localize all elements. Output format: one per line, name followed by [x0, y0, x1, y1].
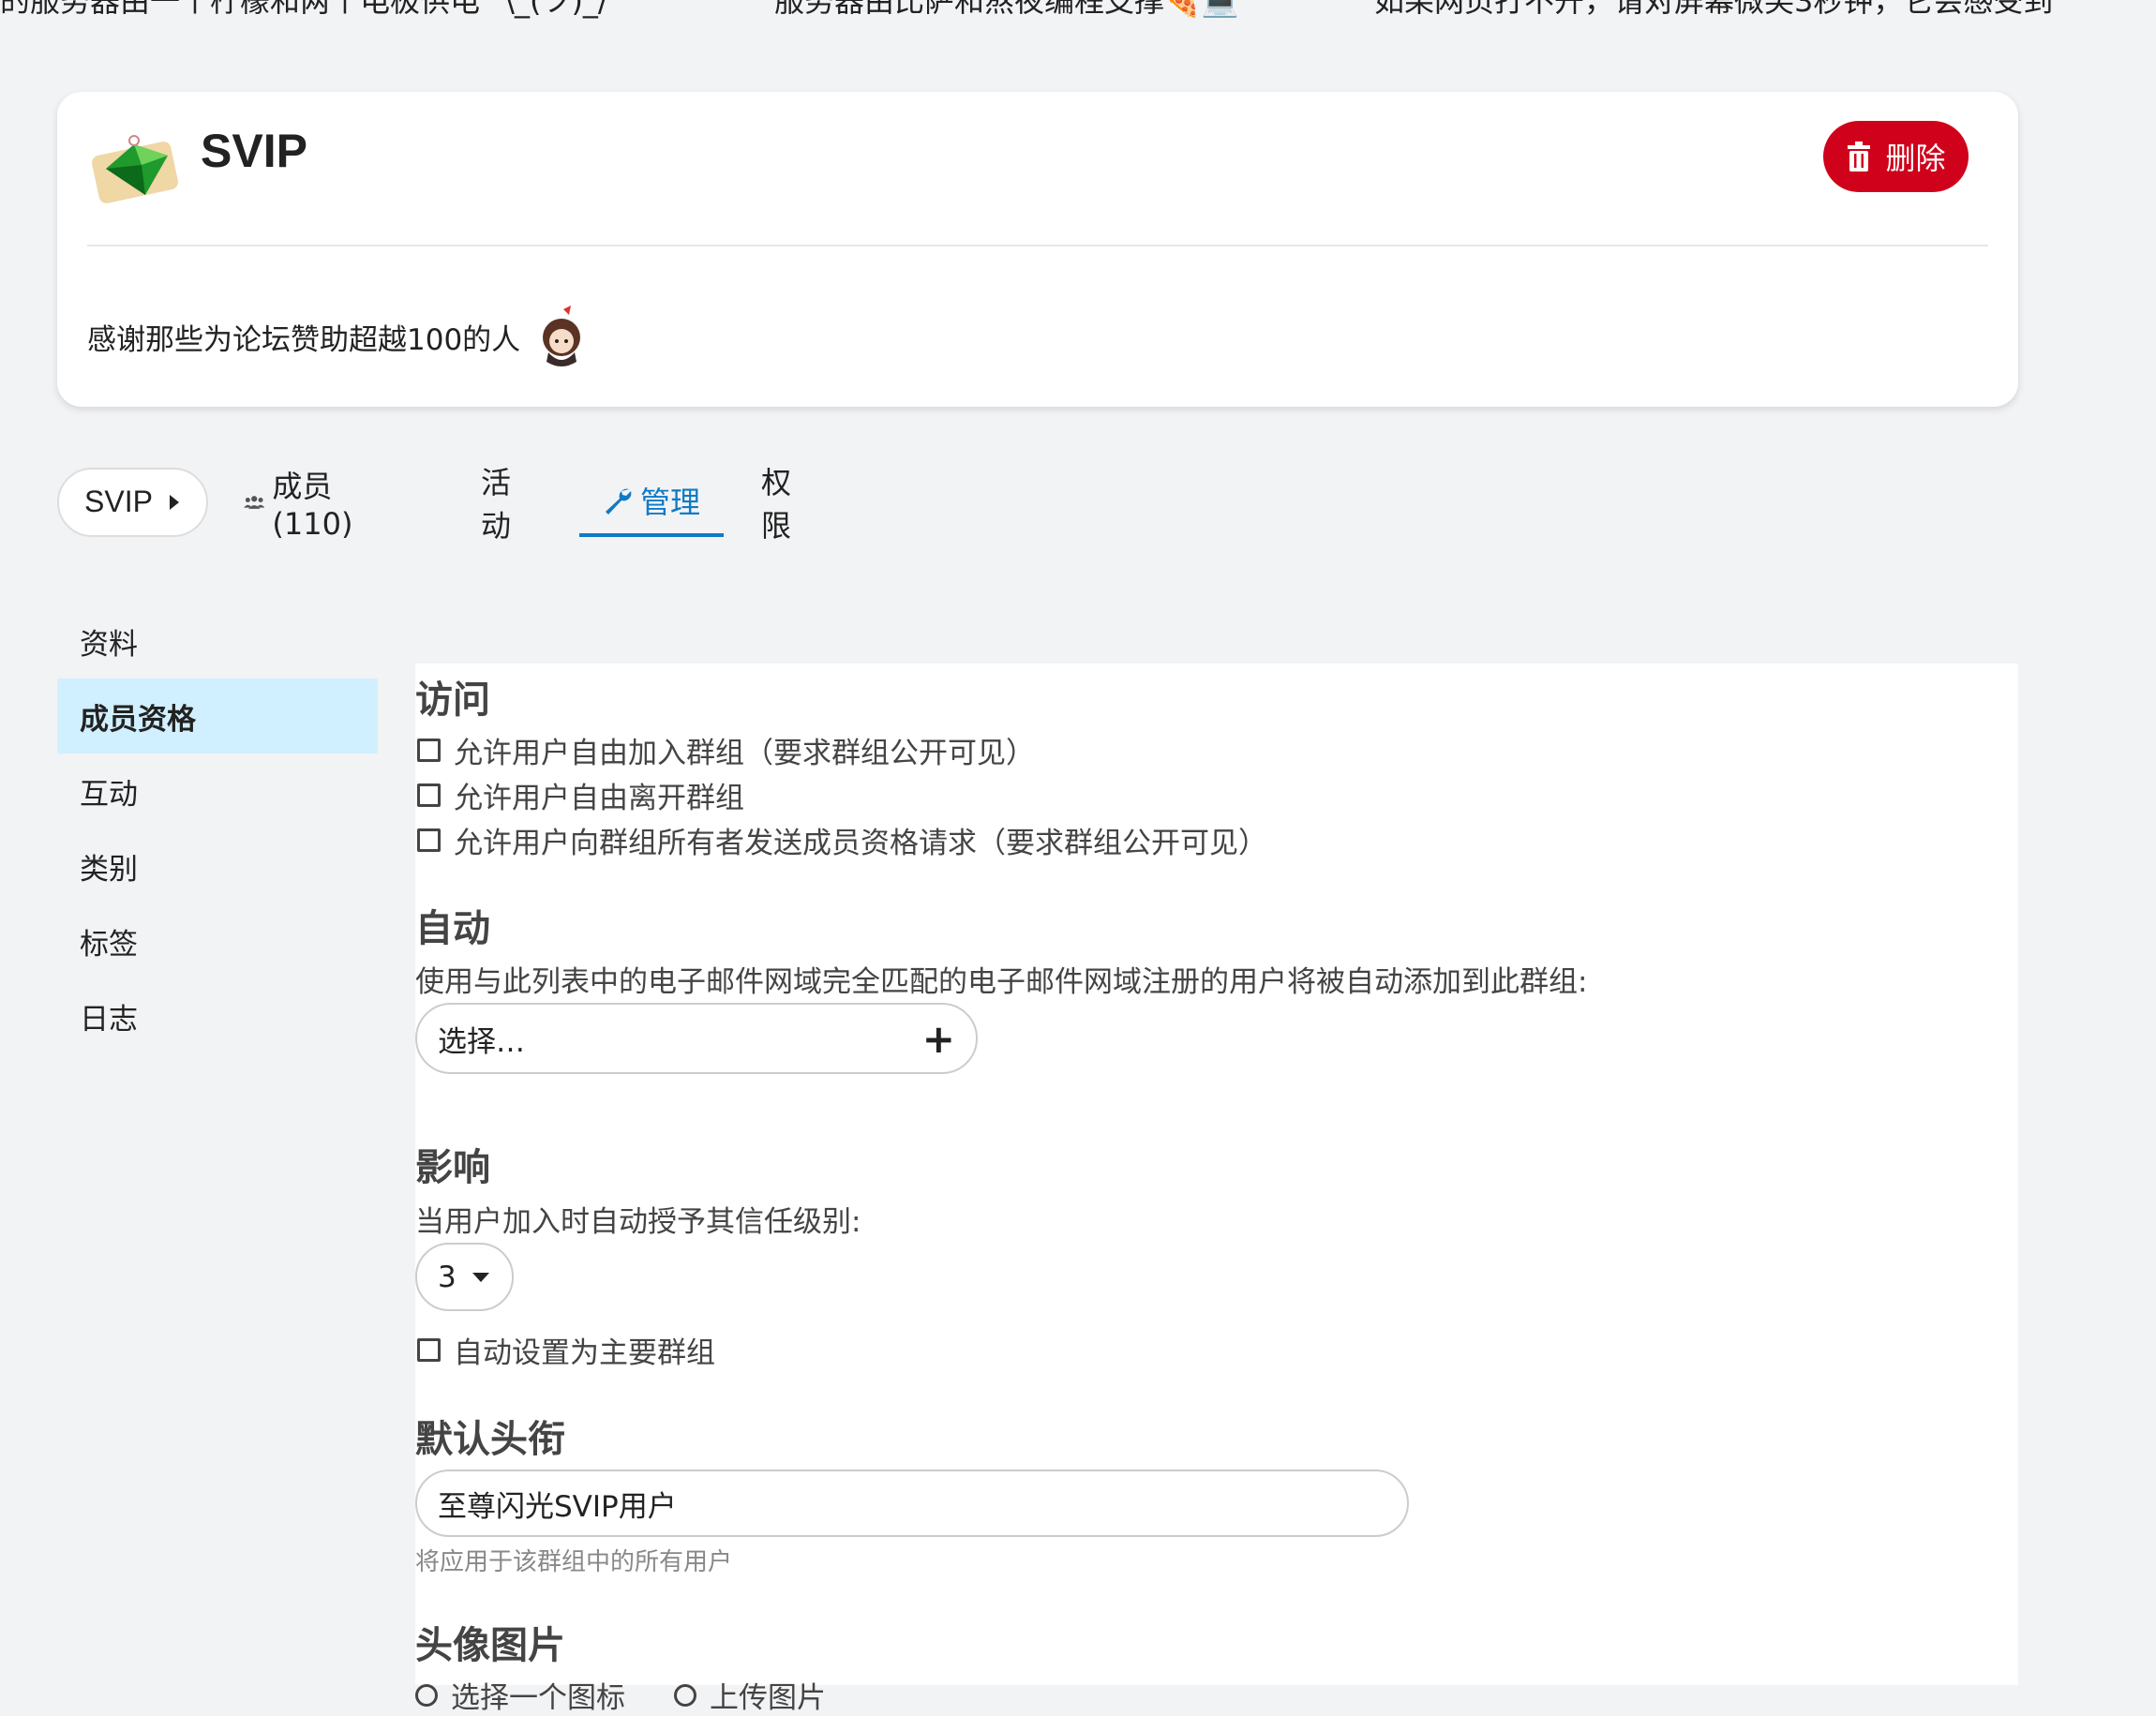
announcement-ticker: 的服务器由一个柠檬和两个电极供电 ¯\_(ツ)_/¯ 服务器由比萨和熬夜编程支撑…	[0, 0, 2156, 19]
avatar-options: 选择一个图标 上传图片	[415, 1674, 826, 1716]
group-description: 感谢那些为论坛赞助超越100的人	[87, 306, 588, 367]
delete-label: 删除	[1885, 142, 1946, 175]
auto-description: 使用与此列表中的电子邮件网域完全匹配的电子邮件网域注册的用户将被自动添加到此群组…	[415, 965, 1588, 999]
tab-permissions-label: 权限	[761, 464, 792, 544]
users-icon	[244, 495, 265, 509]
ticker-item: 的服务器由一个柠檬和两个电极供电 ¯\_(ツ)_/¯	[0, 0, 623, 19]
default-title-input[interactable]: 至尊闪光SVIP用户	[415, 1470, 1409, 1537]
chibi-emoji-icon	[543, 306, 581, 366]
delete-group-button[interactable]: 删除	[1823, 121, 1969, 192]
section-heading-title: 默认头衔	[415, 1418, 565, 1461]
group-header-card: SVIP 删除 感谢那些为论坛赞助超越100的人	[57, 92, 2018, 407]
radio-label-icon: 选择一个图标	[451, 1681, 625, 1715]
checkbox-icon	[417, 1338, 441, 1362]
email-domain-select[interactable]: 选择… +	[415, 1003, 978, 1074]
section-heading-access: 访问	[415, 679, 490, 722]
divider	[87, 245, 1988, 246]
checkbox-label: 允许用户自由离开群组	[454, 782, 744, 815]
sidebar-item-categories[interactable]: 类别	[57, 828, 378, 903]
radio-icon[interactable]	[674, 1683, 696, 1707]
tab-activity[interactable]: 活动	[481, 465, 511, 544]
gem-flair-icon	[92, 135, 178, 203]
checkbox-label: 自动设置为主要群组	[454, 1336, 715, 1370]
trust-level-label: 当用户加入时自动授予其信任级别:	[415, 1205, 861, 1239]
tab-permissions[interactable]: 权限	[761, 465, 791, 544]
crumb-label: SVIP	[84, 485, 153, 518]
sidebar-item-tags[interactable]: 标签	[57, 903, 378, 978]
tab-activity-label: 活动	[481, 464, 512, 544]
ticker-item: 如果网页打不开，请对屏幕微笑3秒钟，它会感受到	[1374, 0, 2054, 19]
description-text: 感谢那些为论坛赞助超越100的人	[87, 322, 521, 357]
checkbox-icon	[417, 828, 441, 852]
group-tabs: SVIP 成员 (110) 活动 管理 权限	[57, 465, 791, 544]
membership-settings-panel: 访问 允许用户自由加入群组（要求群组公开可见） 允许用户自由离开群组 允许用户向…	[415, 664, 2018, 1715]
trust-level-dropdown[interactable]: 3	[415, 1243, 514, 1311]
section-heading-auto: 自动	[415, 907, 490, 950]
checkbox-allow-request[interactable]: 允许用户向群组所有者发送成员资格请求（要求群组公开可见）	[417, 819, 1267, 861]
ticker-item: 服务器由比萨和熬夜编程支撑🍕💻	[774, 0, 1239, 19]
trash-icon	[1848, 142, 1871, 172]
plus-icon: +	[921, 1015, 955, 1062]
radio-label-upload: 上传图片	[710, 1681, 826, 1715]
checkbox-label: 允许用户自由加入群组（要求群组公开可见）	[454, 737, 1035, 770]
radio-icon[interactable]	[415, 1683, 438, 1707]
group-name: SVIP	[201, 125, 307, 177]
checkbox-primary-group[interactable]: 自动设置为主要群组	[417, 1329, 715, 1371]
checkbox-icon	[417, 739, 441, 762]
select-placeholder: 选择…	[438, 1024, 525, 1059]
trust-level-value: 3	[438, 1260, 457, 1294]
checkbox-label: 允许用户向群组所有者发送成员资格请求（要求群组公开可见）	[454, 827, 1267, 860]
group-crumb-button[interactable]: SVIP	[57, 467, 208, 537]
sidebar-item-membership[interactable]: 成员资格	[57, 679, 378, 754]
sidebar-item-interaction[interactable]: 互动	[57, 754, 378, 828]
section-heading-effect: 影响	[415, 1146, 490, 1189]
sidebar-item-logs[interactable]: 日志	[57, 978, 378, 1053]
checkbox-icon	[417, 783, 441, 807]
sidebar-item-profile[interactable]: 资料	[57, 604, 378, 679]
default-title-value: 至尊闪光SVIP用户	[438, 1489, 677, 1524]
checkbox-allow-join[interactable]: 允许用户自由加入群组（要求群组公开可见）	[417, 729, 1035, 771]
default-title-hint: 将应用于该群组中的所有用户	[415, 1548, 733, 1576]
section-heading-avatar: 头像图片	[415, 1624, 565, 1667]
caret-right-icon	[169, 494, 179, 510]
checkbox-allow-leave[interactable]: 允许用户自由离开群组	[417, 774, 744, 816]
tab-members[interactable]: 成员 (110)	[244, 467, 366, 542]
manage-sidebar: 资料 成员资格 互动 类别 标签 日志	[57, 604, 378, 1053]
caret-down-icon	[472, 1272, 489, 1282]
tab-manage[interactable]: 管理	[579, 467, 724, 537]
tab-members-label: 成员 (110)	[272, 468, 353, 542]
tab-manage-label: 管理	[639, 484, 700, 520]
wrench-icon	[605, 488, 632, 515]
